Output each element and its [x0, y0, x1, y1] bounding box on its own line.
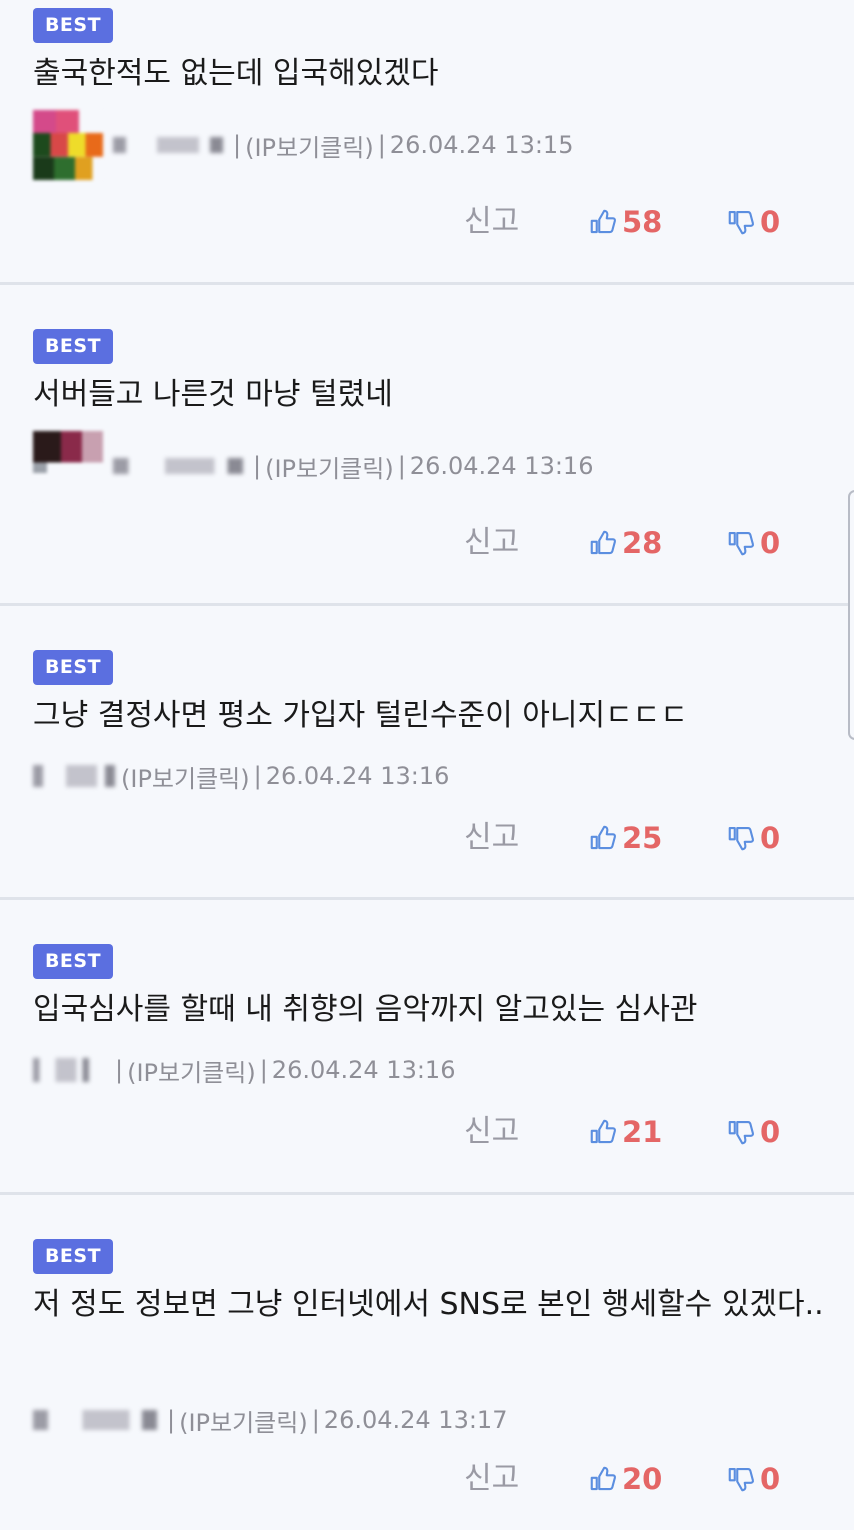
nickname-blurred[interactable]	[33, 1410, 157, 1430]
comment-text: 저 정도 정보면 그냥 인터넷에서 SNS로 본인 행세할수 있겠다..	[33, 1287, 824, 1322]
ip-view-link[interactable]: (IP보기클릭)	[265, 449, 394, 484]
thumbs-down-icon	[728, 210, 755, 235]
comment-text: 그냥 결정사면 평소 가입자 털린수준이 아니지ㄷㄷㄷ	[33, 698, 688, 733]
timestamp: 26.04.24 13:16	[271, 1056, 456, 1084]
ip-view-link[interactable]: (IP보기클릭)	[127, 1053, 256, 1088]
comment-meta: (IP보기클릭) | 26.04.24 13:16	[33, 741, 449, 811]
nickname-blurred[interactable]	[33, 1058, 89, 1082]
like-button[interactable]: 20	[588, 1454, 662, 1504]
report-button[interactable]: 신고	[464, 518, 519, 568]
comment-text: 서버들고 나른것 마냥 털렸네	[33, 377, 393, 412]
timestamp: 26.04.24 13:16	[265, 762, 450, 790]
comment-text: 입국심사를 할때 내 취향의 음악까지 알고있는 심사관	[33, 992, 698, 1027]
comment-text: 출국한적도 없는데 입국해있겠다	[33, 56, 439, 91]
ip-view-link[interactable]: (IP보기클릭)	[121, 759, 250, 794]
like-button[interactable]: 58	[588, 197, 662, 247]
comment-item: BEST 출국한적도 없는데 입국해있겠다 | (IP보기클릭) | 26.04…	[0, 0, 854, 285]
ip-view-link[interactable]: (IP보기클릭)	[245, 128, 374, 163]
avatar[interactable]	[33, 110, 103, 180]
comment-meta: | (IP보기클릭) | 26.04.24 13:16	[33, 431, 593, 501]
like-count: 20	[622, 1462, 663, 1496]
best-badge: BEST	[33, 944, 113, 979]
scroll-handle[interactable]	[848, 490, 854, 740]
nickname-blurred[interactable]	[33, 765, 115, 787]
dislike-count: 0	[760, 526, 781, 560]
thumbs-down-icon	[728, 826, 755, 851]
thumbs-down-icon	[728, 1467, 755, 1492]
like-count: 28	[622, 526, 663, 560]
like-count: 21	[622, 1115, 663, 1149]
dislike-count: 0	[760, 821, 781, 855]
best-badge: BEST	[33, 650, 113, 685]
like-button[interactable]: 25	[588, 813, 662, 863]
thumbs-up-icon	[590, 530, 617, 555]
comment-item: BEST 입국심사를 할때 내 취향의 음악까지 알고있는 심사관 | (IP보…	[0, 900, 854, 1195]
thumbs-up-icon	[590, 825, 617, 850]
dislike-button[interactable]: 0	[726, 1107, 780, 1157]
dislike-count: 0	[760, 1115, 781, 1149]
comment-item: BEST 그냥 결정사면 평소 가입자 털린수준이 아니지ㄷㄷㄷ (IP보기클릭…	[0, 606, 854, 900]
best-badge: BEST	[33, 1239, 113, 1274]
dislike-count: 0	[760, 205, 781, 239]
report-button[interactable]: 신고	[464, 1107, 519, 1157]
like-count: 58	[622, 205, 663, 239]
dislike-button[interactable]: 0	[726, 518, 780, 568]
thumbs-down-icon	[728, 1120, 755, 1145]
comment-meta: | (IP보기클릭) | 26.04.24 13:15	[33, 110, 573, 180]
avatar[interactable]	[33, 431, 103, 501]
comment-item: BEST 저 정도 정보면 그냥 인터넷에서 SNS로 본인 행세할수 있겠다.…	[0, 1195, 854, 1530]
comment-item: BEST 서버들고 나른것 마냥 털렸네 | (IP보기클릭) | 26.04.…	[0, 285, 854, 606]
timestamp: 26.04.24 13:15	[389, 131, 574, 159]
comment-meta: | (IP보기클릭) | 26.04.24 13:17	[33, 1385, 507, 1455]
timestamp: 26.04.24 13:16	[409, 452, 594, 480]
dislike-button[interactable]: 0	[726, 813, 780, 863]
report-button[interactable]: 신고	[464, 813, 519, 863]
nickname-blurred[interactable]	[113, 137, 223, 153]
ip-view-link[interactable]: (IP보기클릭)	[179, 1403, 308, 1438]
thumbs-down-icon	[728, 531, 755, 556]
report-button[interactable]: 신고	[464, 197, 519, 247]
dislike-button[interactable]: 0	[726, 1454, 780, 1504]
like-button[interactable]: 28	[588, 518, 662, 568]
best-badge: BEST	[33, 8, 113, 43]
thumbs-up-icon	[590, 1466, 617, 1491]
dislike-count: 0	[760, 1462, 781, 1496]
timestamp: 26.04.24 13:17	[323, 1406, 508, 1434]
thumbs-up-icon	[590, 209, 617, 234]
best-badge: BEST	[33, 329, 113, 364]
report-button[interactable]: 신고	[464, 1454, 519, 1504]
thumbs-up-icon	[590, 1119, 617, 1144]
like-button[interactable]: 21	[588, 1107, 662, 1157]
dislike-button[interactable]: 0	[726, 197, 780, 247]
comment-meta: | (IP보기클릭) | 26.04.24 13:16	[33, 1035, 455, 1105]
nickname-blurred[interactable]	[113, 458, 243, 474]
like-count: 25	[622, 821, 663, 855]
